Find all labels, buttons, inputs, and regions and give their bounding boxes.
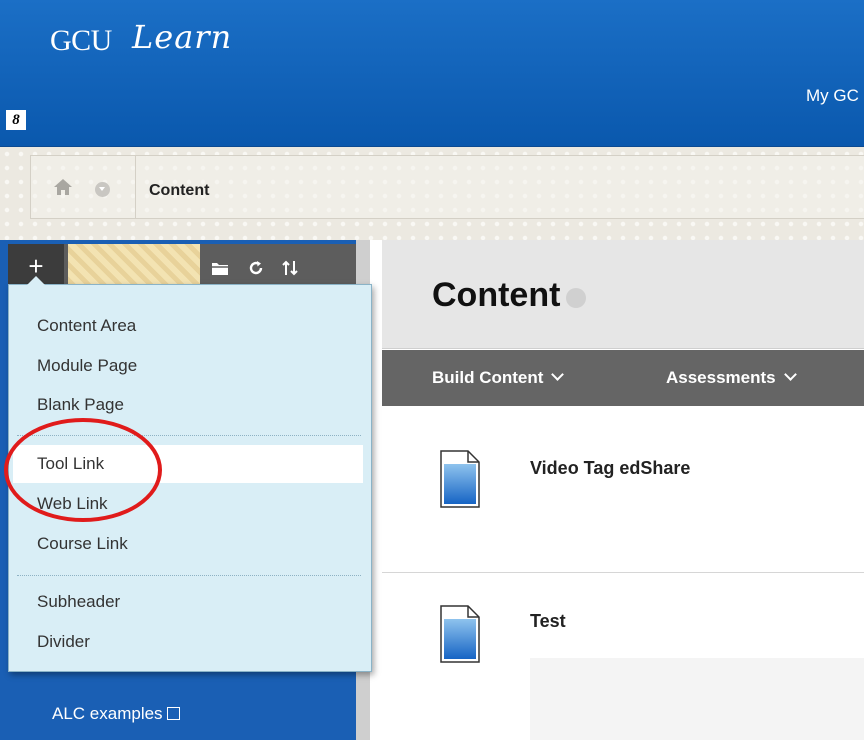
chevron-down-icon (551, 368, 565, 381)
page-title[interactable]: Content (432, 276, 587, 315)
menu-item-course-link[interactable]: Course Link (13, 525, 363, 563)
sidebar-item-alc-examples[interactable]: ALC examples (52, 704, 180, 724)
hidden-icon (166, 707, 180, 720)
assessments-label: Assessments (666, 368, 776, 387)
menu-item-subheader[interactable]: Subheader (13, 583, 363, 621)
quick-links-icon[interactable]: 8 (6, 110, 26, 130)
logo-secondary-text: Learn (132, 18, 233, 56)
document-icon (440, 450, 480, 508)
content-item-title[interactable]: Video Tag edShare (530, 458, 690, 479)
breadcrumb-divider (135, 156, 136, 218)
breadcrumb-band: Content (0, 147, 864, 240)
build-content-label: Build Content (432, 368, 544, 387)
build-content-button[interactable]: Build Content (432, 368, 565, 388)
refresh-icon[interactable] (244, 256, 268, 280)
assessments-button[interactable]: Assessments (666, 368, 797, 388)
content-item-title[interactable]: Test (530, 611, 566, 632)
menu-pointer (27, 276, 45, 285)
sort-icon[interactable] (278, 256, 302, 280)
menu-item-web-link[interactable]: Web Link (13, 485, 363, 523)
menu-item-module-page[interactable]: Module Page (13, 347, 363, 385)
page-title-bar: Content (382, 240, 864, 349)
menu-item-content-area[interactable]: Content Area (13, 307, 363, 345)
logo-primary-text: GCU (50, 24, 112, 57)
page-title-text: Content (432, 276, 561, 314)
menu-divider (17, 435, 361, 436)
chevron-down-icon[interactable] (566, 288, 587, 308)
home-icon[interactable] (53, 178, 73, 196)
action-bar: Build Content Assessments (382, 350, 864, 406)
add-menu-dropdown: Content Area Module Page Blank Page Tool… (8, 276, 372, 672)
menu-item-tool-link[interactable]: Tool Link (13, 445, 363, 483)
breadcrumb: Content (30, 155, 864, 219)
sidebar-item-label: ALC examples (52, 704, 163, 723)
chevron-down-icon (783, 368, 797, 381)
site-header: GCU Learn My GC 8 (0, 0, 864, 147)
folder-icon[interactable] (208, 256, 232, 280)
menu-divider (17, 575, 361, 576)
menu-item-blank-page[interactable]: Blank Page (13, 386, 363, 424)
lms-window: GCU Learn My GC 8 Content + ALC examples… (0, 0, 864, 740)
breadcrumb-current[interactable]: Content (149, 182, 209, 200)
chevron-down-icon[interactable] (95, 182, 110, 197)
content-area: Content Build Content Assessments Video … (382, 240, 864, 740)
content-item-description (530, 658, 864, 740)
my-gcu-link[interactable]: My GC (806, 86, 859, 106)
document-icon (440, 605, 480, 663)
menu-item-divider[interactable]: Divider (13, 623, 363, 661)
content-item: Video Tag edShare (382, 406, 864, 572)
